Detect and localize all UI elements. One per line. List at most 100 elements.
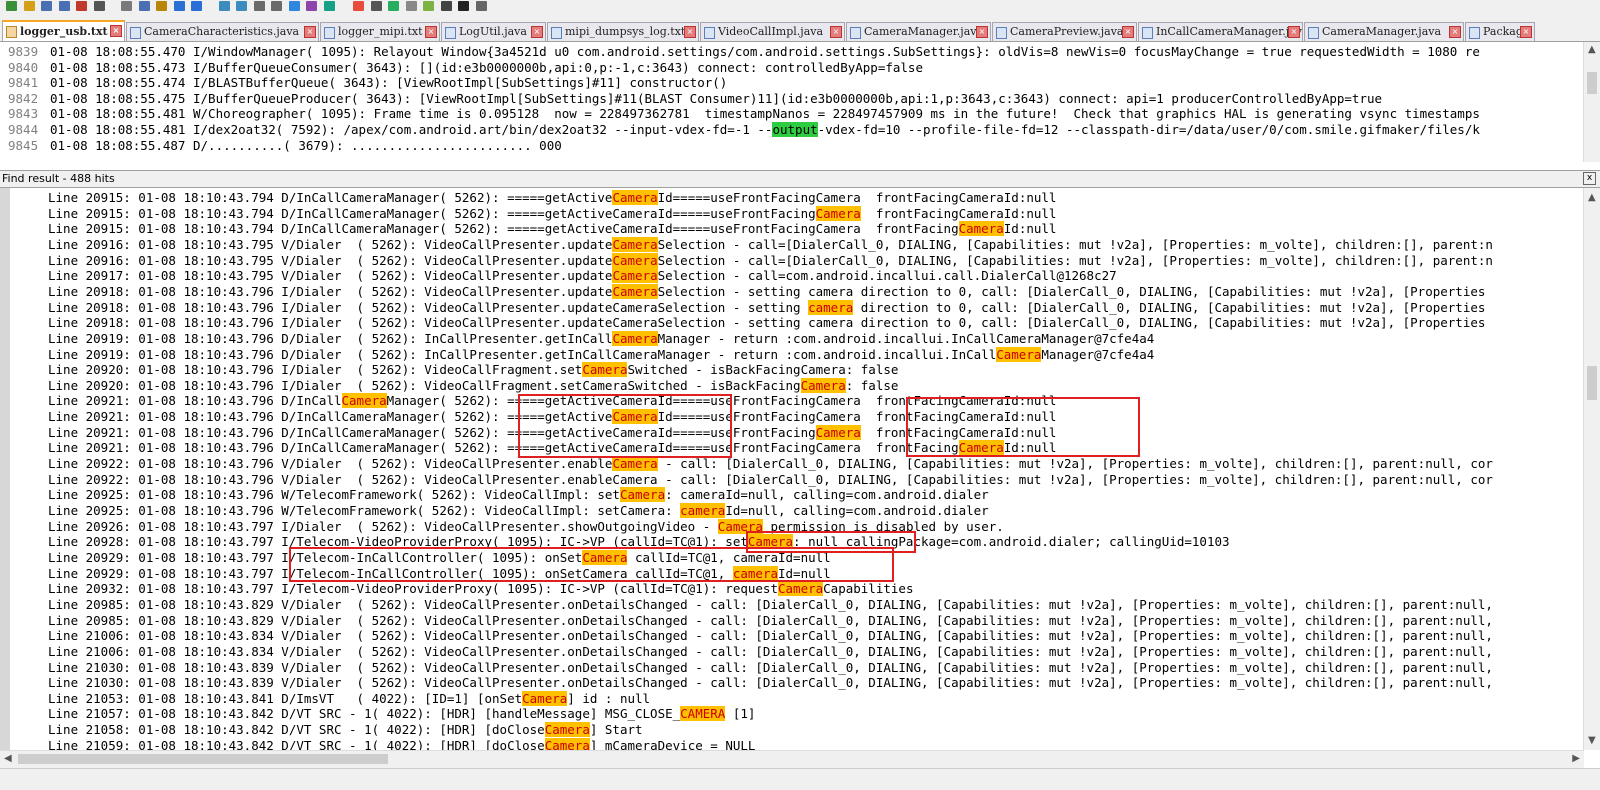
stop-icon[interactable] (370, 1, 382, 11)
editor-line[interactable]: 9843 01-08 18:08:55.481 W/Choreographer( … (0, 106, 1580, 122)
result-row[interactable]: Line 20922: 01-08 18:10:43.796 V/Dialer … (10, 472, 1584, 488)
result-row[interactable]: Line 20921: 01-08 18:10:43.796 D/InCallC… (10, 393, 1584, 409)
result-row[interactable]: Line 20915: 01-08 18:10:43.794 D/InCallC… (10, 221, 1584, 237)
result-row[interactable]: Line 21006: 01-08 18:10:43.834 V/Dialer … (10, 644, 1584, 660)
run-icon[interactable] (405, 1, 417, 11)
result-row[interactable]: Line 20929: 01-08 18:10:43.797 I/Telecom… (10, 549, 1584, 566)
tab-close-icon[interactable]: × (425, 26, 437, 38)
device-icon[interactable] (440, 1, 452, 11)
play-icon[interactable] (388, 1, 399, 11)
scroll-down-icon[interactable]: ▼ (1588, 735, 1596, 746)
result-row[interactable]: Line 20917: 01-08 18:10:43.795 V/Dialer … (10, 268, 1584, 284)
scroll-thumb[interactable] (18, 754, 388, 764)
save-all-icon[interactable] (58, 1, 70, 11)
indent-icon[interactable] (323, 1, 335, 11)
result-row[interactable]: Line 20926: 01-08 18:10:43.797 I/Dialer … (10, 518, 1584, 535)
tab-7[interactable]: CameraPreview.java × (992, 22, 1137, 41)
result-row[interactable]: Line 20925: 01-08 18:10:43.796 W/Telecom… (10, 503, 1584, 519)
scroll-up-icon[interactable]: ▲ (1588, 44, 1596, 55)
result-row[interactable]: Line 20915: 01-08 18:10:43.794 D/InCallC… (10, 205, 1584, 222)
tab-10[interactable]: Package × (1465, 22, 1535, 41)
results-horizontal-scrollbar[interactable]: ◀ ▶ (0, 750, 1584, 768)
result-row[interactable]: Line 20915: 01-08 18:10:43.794 D/InCallC… (10, 190, 1584, 206)
zoom-out-icon[interactable] (271, 1, 282, 11)
tab-8[interactable]: InCallCameraManager.java × (1138, 22, 1303, 41)
result-row[interactable]: Line 20918: 01-08 18:10:43.796 I/Dialer … (10, 283, 1584, 300)
wrap-icon[interactable] (306, 1, 317, 11)
result-row[interactable]: Line 20918: 01-08 18:10:43.796 I/Dialer … (10, 299, 1584, 316)
tab-close-icon[interactable]: × (110, 25, 122, 37)
scroll-left-icon[interactable]: ◀ (4, 753, 12, 764)
result-row[interactable]: Line 20916: 01-08 18:10:43.795 V/Dialer … (10, 252, 1584, 269)
editor-line[interactable]: 9840 01-08 18:08:55.473 I/BufferQueueCons… (0, 60, 1580, 76)
tab-5[interactable]: VideoCallImpl.java × (700, 22, 845, 41)
result-row[interactable]: Line 20922: 01-08 18:10:43.796 V/Dialer … (10, 456, 1584, 472)
result-row[interactable]: Line 20920: 01-08 18:10:43.796 I/Dialer … (10, 362, 1584, 378)
tab-close-icon[interactable]: × (1122, 26, 1134, 38)
tab-3[interactable]: LogUtil.java × (441, 22, 546, 41)
tab-0[interactable]: logger_usb.txt × (2, 20, 125, 41)
result-row[interactable]: Line 20985: 01-08 18:10:43.829 V/Dialer … (10, 597, 1584, 613)
result-row[interactable]: Line 21030: 01-08 18:10:43.839 V/Dialer … (10, 675, 1584, 691)
tab-6[interactable]: CameraManager.java × (846, 22, 991, 41)
editor-line[interactable]: 9844 01-08 18:08:55.481 I/dex2oat32( 7592… (0, 122, 1580, 138)
result-row[interactable]: Line 20928: 01-08 18:10:43.797 I/Telecom… (10, 534, 1584, 550)
result-row[interactable]: Line 20916: 01-08 18:10:43.795 V/Dialer … (10, 236, 1584, 253)
tab-close-icon[interactable]: × (976, 26, 988, 38)
result-row[interactable]: Line 20918: 01-08 18:10:43.796 I/Dialer … (10, 315, 1584, 331)
result-row[interactable]: Line 20932: 01-08 18:10:43.797 I/Telecom… (10, 581, 1584, 597)
editor-line[interactable]: 9841 01-08 18:08:55.474 I/BLASTBufferQueu… (0, 75, 1580, 91)
result-row[interactable]: Line 20921: 01-08 18:10:43.796 D/InCallC… (10, 424, 1584, 441)
tab-close-icon[interactable]: × (1520, 26, 1532, 38)
paste-icon[interactable] (156, 1, 167, 11)
result-row[interactable]: Line 20920: 01-08 18:10:43.796 I/Dialer … (10, 377, 1584, 394)
result-row[interactable]: Line 21059: 01-08 18:10:43.842 D/VT SRC … (10, 737, 1584, 750)
result-row[interactable]: Line 21053: 01-08 18:10:43.841 D/ImsVT (… (10, 690, 1584, 707)
editor-pane[interactable]: 9845 01-08 18:08:55.487 D/..........( 367… (0, 42, 1600, 162)
open-file-icon[interactable] (23, 1, 35, 11)
result-row[interactable]: Line 20919: 01-08 18:10:43.796 D/Dialer … (10, 346, 1584, 363)
tab-close-icon[interactable]: × (531, 26, 543, 38)
redo-icon[interactable] (191, 1, 202, 11)
find-results-list[interactable]: Line 20915: 01-08 18:10:43.794 D/InCallC… (0, 188, 1584, 750)
result-row[interactable]: Line 20921: 01-08 18:10:43.796 D/InCallC… (10, 409, 1584, 425)
cut-icon[interactable] (121, 1, 132, 11)
save-icon[interactable] (41, 1, 52, 11)
sync-icon[interactable] (288, 1, 300, 11)
result-row[interactable]: Line 21058: 01-08 18:10:43.842 D/VT SRC … (10, 722, 1584, 738)
tab-2[interactable]: logger_mipi.txt × (320, 22, 440, 41)
logcat-icon[interactable] (458, 1, 469, 11)
replace-icon[interactable] (236, 1, 247, 11)
result-row[interactable]: Line 20921: 01-08 18:10:43.796 D/InCallC… (10, 440, 1584, 456)
tab-close-icon[interactable]: × (1449, 26, 1461, 38)
close-icon[interactable] (76, 1, 87, 11)
result-row[interactable]: Line 20925: 01-08 18:10:43.796 W/Telecom… (10, 487, 1584, 503)
find-icon[interactable] (218, 1, 230, 11)
close-icon[interactable]: x (1583, 172, 1596, 185)
result-row[interactable]: Line 20919: 01-08 18:10:43.796 D/Dialer … (10, 330, 1584, 347)
scroll-thumb[interactable] (1587, 72, 1597, 94)
result-row[interactable]: Line 20985: 01-08 18:10:43.829 V/Dialer … (10, 613, 1584, 629)
copy-icon[interactable] (138, 1, 150, 11)
result-row[interactable]: Line 21057: 01-08 18:10:43.842 D/VT SRC … (10, 706, 1584, 722)
settings-icon[interactable] (475, 1, 487, 11)
zoom-in-icon[interactable] (253, 1, 265, 11)
result-row[interactable]: Line 20929: 01-08 18:10:43.797 I/Telecom… (10, 565, 1584, 582)
editor-vertical-scrollbar[interactable]: ▲ (1583, 42, 1600, 162)
editor-line[interactable]: 9839 01-08 18:08:55.470 I/WindowManager( … (0, 44, 1580, 60)
result-row[interactable]: Line 21006: 01-08 18:10:43.834 V/Dialer … (10, 628, 1584, 644)
tab-close-icon[interactable]: × (684, 26, 696, 38)
tab-9[interactable]: CameraManager.java × (1304, 22, 1464, 41)
scroll-up-icon[interactable]: ▲ (1588, 192, 1596, 203)
tab-close-icon[interactable]: × (830, 26, 842, 38)
tab-4[interactable]: mipi_dumpsys_log.txt × (547, 22, 699, 41)
editor-line[interactable]: 9842 01-08 18:08:55.475 I/BufferQueueProd… (0, 91, 1580, 107)
result-row[interactable]: Line 21030: 01-08 18:10:43.839 V/Dialer … (10, 660, 1584, 676)
record-icon[interactable] (353, 1, 364, 11)
tab-close-icon[interactable]: × (1288, 26, 1300, 38)
print-icon[interactable] (93, 1, 105, 11)
editor-line[interactable]: 9845 01-08 18:08:55.487 D/..........( 367… (0, 138, 1580, 154)
android-icon[interactable] (423, 1, 434, 11)
undo-icon[interactable] (173, 1, 185, 11)
new-file-icon[interactable] (6, 1, 17, 11)
